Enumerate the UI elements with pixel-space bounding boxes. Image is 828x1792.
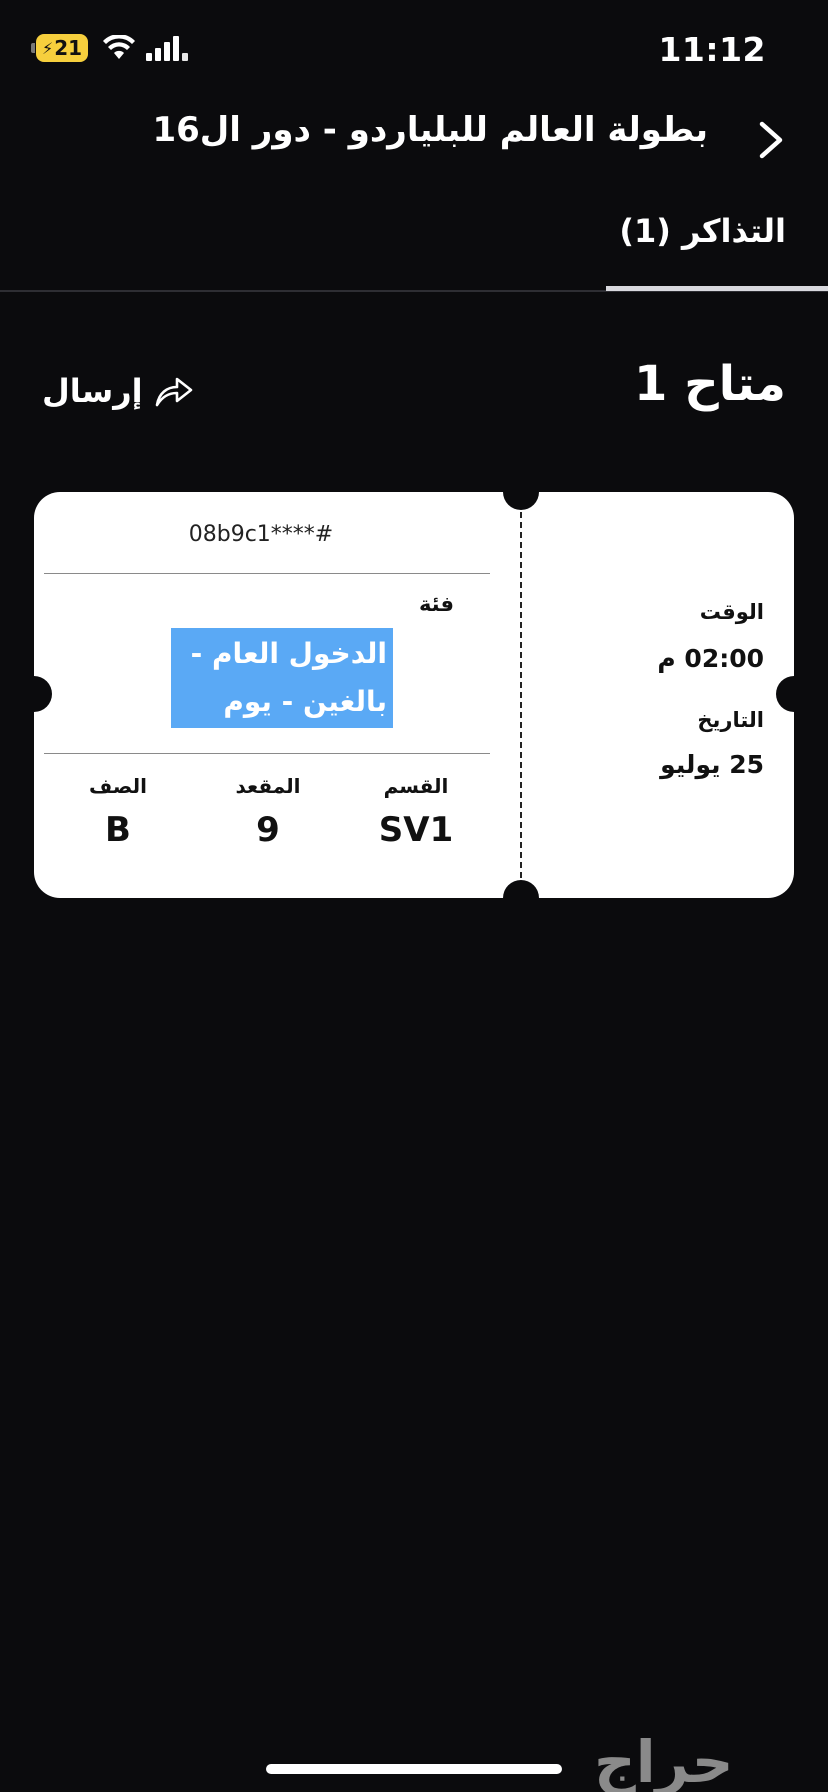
ticket-notch bbox=[776, 676, 794, 712]
ticket-code: 08b9c1****# bbox=[188, 522, 334, 547]
send-label: إرسال bbox=[42, 372, 143, 410]
category-value-line: بالغين - يوم كا... bbox=[223, 685, 387, 766]
status-indicators: ⚡ 21 bbox=[31, 34, 188, 62]
seat-value: 9 bbox=[256, 810, 280, 850]
seat-label: المقعد bbox=[235, 774, 301, 798]
tab-active-indicator bbox=[606, 286, 828, 291]
status-time: 11:12 bbox=[658, 30, 766, 69]
row-label: الصف bbox=[89, 774, 147, 798]
time-label: الوقت bbox=[699, 600, 764, 624]
watermark-logo: حراج bbox=[594, 1728, 734, 1792]
category-value-line: الدخول العام - bbox=[190, 637, 387, 670]
charging-bolt-icon: ⚡ bbox=[41, 38, 54, 58]
section-label: القسم bbox=[383, 774, 449, 798]
ticket-card[interactable]: 08b9c1****# فئة الدخول العام - بالغين - … bbox=[34, 492, 794, 898]
divider bbox=[44, 573, 490, 574]
divider bbox=[44, 753, 490, 754]
battery-level: 21 bbox=[54, 36, 83, 60]
date-label: التاريخ bbox=[697, 708, 764, 732]
time-value: 02:00 م bbox=[657, 644, 764, 673]
wifi-icon bbox=[103, 35, 135, 59]
tab-tickets[interactable]: التذاكر (1) bbox=[619, 212, 786, 250]
share-arrow-icon bbox=[155, 377, 192, 407]
section-value: SV1 bbox=[378, 810, 454, 850]
gate-title: متاح 1 bbox=[633, 356, 786, 412]
ticket-notch bbox=[34, 676, 52, 712]
date-value: 25 يوليو bbox=[660, 750, 764, 779]
ticket-perforation bbox=[520, 512, 522, 878]
ticket-notch bbox=[503, 492, 539, 510]
ticket-screen: ⚡ 21 11:12 بطولة العالم للبلياردو - دور … bbox=[0, 0, 828, 1792]
send-button[interactable]: إرسال bbox=[42, 372, 195, 410]
home-indicator[interactable] bbox=[266, 1764, 562, 1774]
category-label: فئة bbox=[418, 592, 454, 616]
cellular-signal-icon bbox=[146, 35, 188, 61]
row-value: B bbox=[105, 810, 131, 850]
back-button[interactable] bbox=[754, 118, 788, 162]
ticket-notch bbox=[503, 880, 539, 898]
page-title: بطولة العالم للبلياردو - دور ال16 bbox=[152, 110, 708, 150]
battery-icon: ⚡ 21 bbox=[31, 34, 88, 62]
category-value: الدخول العام - بالغين - يوم كا... bbox=[171, 628, 393, 766]
